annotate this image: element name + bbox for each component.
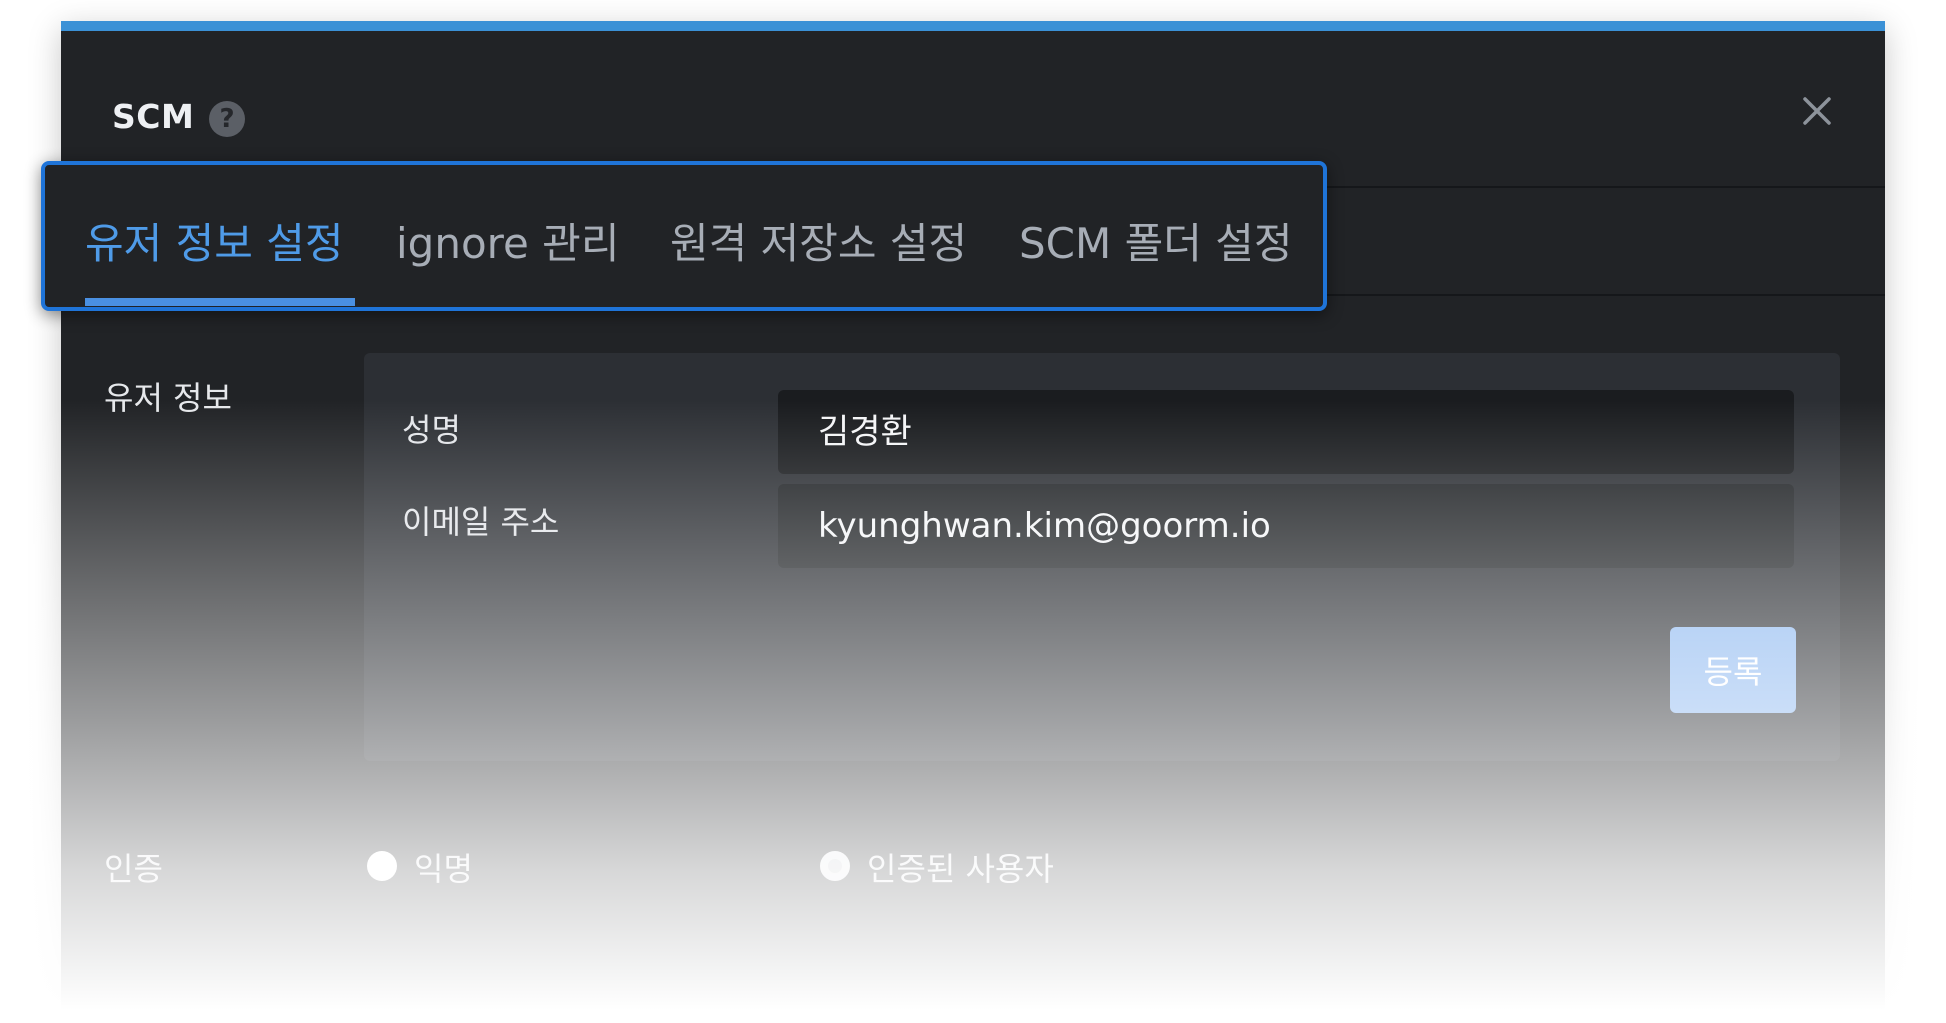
dialog-title: SCM [112, 97, 195, 136]
register-button[interactable]: 등록 [1670, 627, 1796, 713]
anonymous-radio[interactable] [367, 851, 397, 881]
scm-dialog: SCM ? 유저 정보 성명 이메일 주소 등록 인증 익명 인증된 사용자 [61, 21, 1885, 1023]
screenshot-stage: SCM ? 유저 정보 성명 이메일 주소 등록 인증 익명 인증된 사용자 유… [0, 0, 1946, 1023]
name-label: 성명 [402, 411, 461, 449]
name-field[interactable] [778, 390, 1794, 474]
close-icon[interactable] [1795, 89, 1839, 133]
tab-bar [61, 186, 1885, 296]
email-label: 이메일 주소 [402, 503, 560, 541]
dialog-header: SCM ? [61, 31, 1885, 186]
user-info-panel: 성명 이메일 주소 등록 [364, 353, 1840, 761]
email-field[interactable] [778, 484, 1794, 568]
question-circle-icon[interactable]: ? [209, 101, 245, 137]
anonymous-radio-label: 익명 [414, 850, 473, 888]
auth-section-label: 인증 [104, 850, 163, 888]
user-info-section-label: 유저 정보 [104, 379, 232, 417]
authenticated-user-radio-label: 인증된 사용자 [867, 850, 1054, 888]
authenticated-user-radio[interactable] [820, 851, 850, 881]
